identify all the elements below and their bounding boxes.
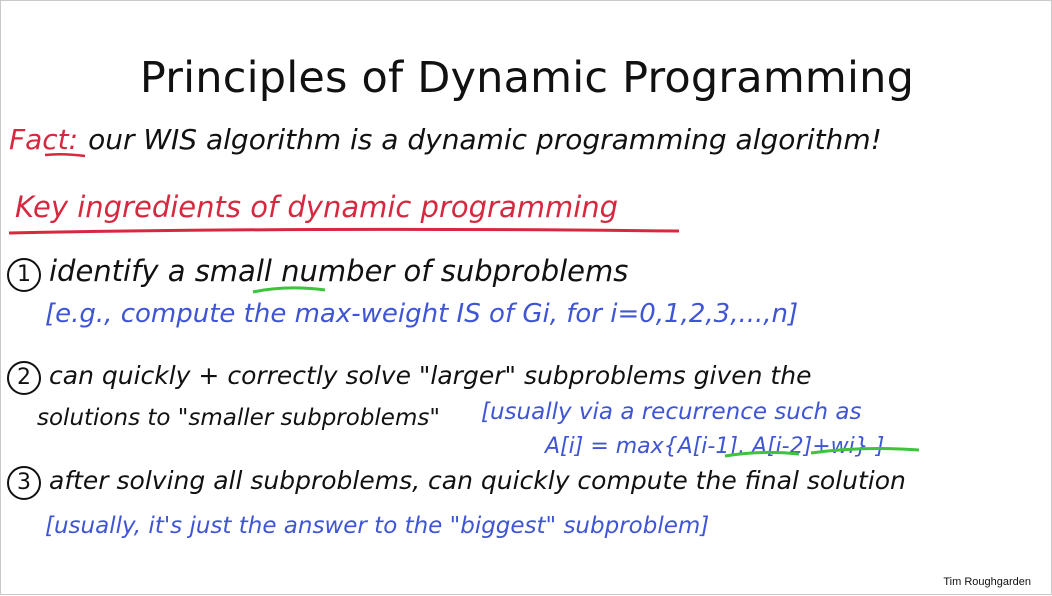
- point-2: 2 can quickly + correctly solve "larger" …: [7, 361, 811, 395]
- point-3-note: [usually, it's just the answer to the "b…: [45, 513, 710, 539]
- fact-colon: :: [68, 123, 79, 156]
- point-3: 3 after solving all subproblems, can quic…: [7, 466, 906, 500]
- key-ingredients-heading: Key ingredients of dynamic programming: [15, 190, 619, 224]
- point-1: 1 identify a small number of subproblems: [7, 254, 628, 292]
- credit: Tim Roughgarden: [943, 576, 1031, 588]
- fact-label: Fact: [9, 123, 69, 156]
- point-2-note: [usually via a recurrence such as: [481, 399, 862, 425]
- point-2-number: 2: [7, 361, 41, 395]
- point-2-text-continued: solutions to "smaller subproblems": [37, 405, 440, 431]
- point-1-note: [e.g., compute the max-weight IS of Gi, …: [45, 299, 799, 329]
- point-3-text: after solving all subproblems, can quick…: [49, 466, 906, 495]
- point-3-number: 3: [7, 466, 41, 500]
- fact-line: Fact: our WIS algorithm is a dynamic prog…: [9, 123, 882, 156]
- slide-title: Principles of Dynamic Programming: [139, 53, 915, 103]
- point-2-text: can quickly + correctly solve "larger" s…: [49, 361, 812, 390]
- point-1-text: identify a small number of subproblems: [49, 254, 629, 288]
- point-2-recurrence: A[i] = max{A[i-1], A[i-2]+wi} ]: [545, 434, 885, 459]
- fact-text: our WIS algorithm is a dynamic programmi…: [88, 123, 882, 156]
- slide: Principles of Dynamic Programming Fact: o…: [0, 0, 1052, 595]
- point-1-number: 1: [7, 258, 41, 292]
- heading-underline: [8, 227, 680, 235]
